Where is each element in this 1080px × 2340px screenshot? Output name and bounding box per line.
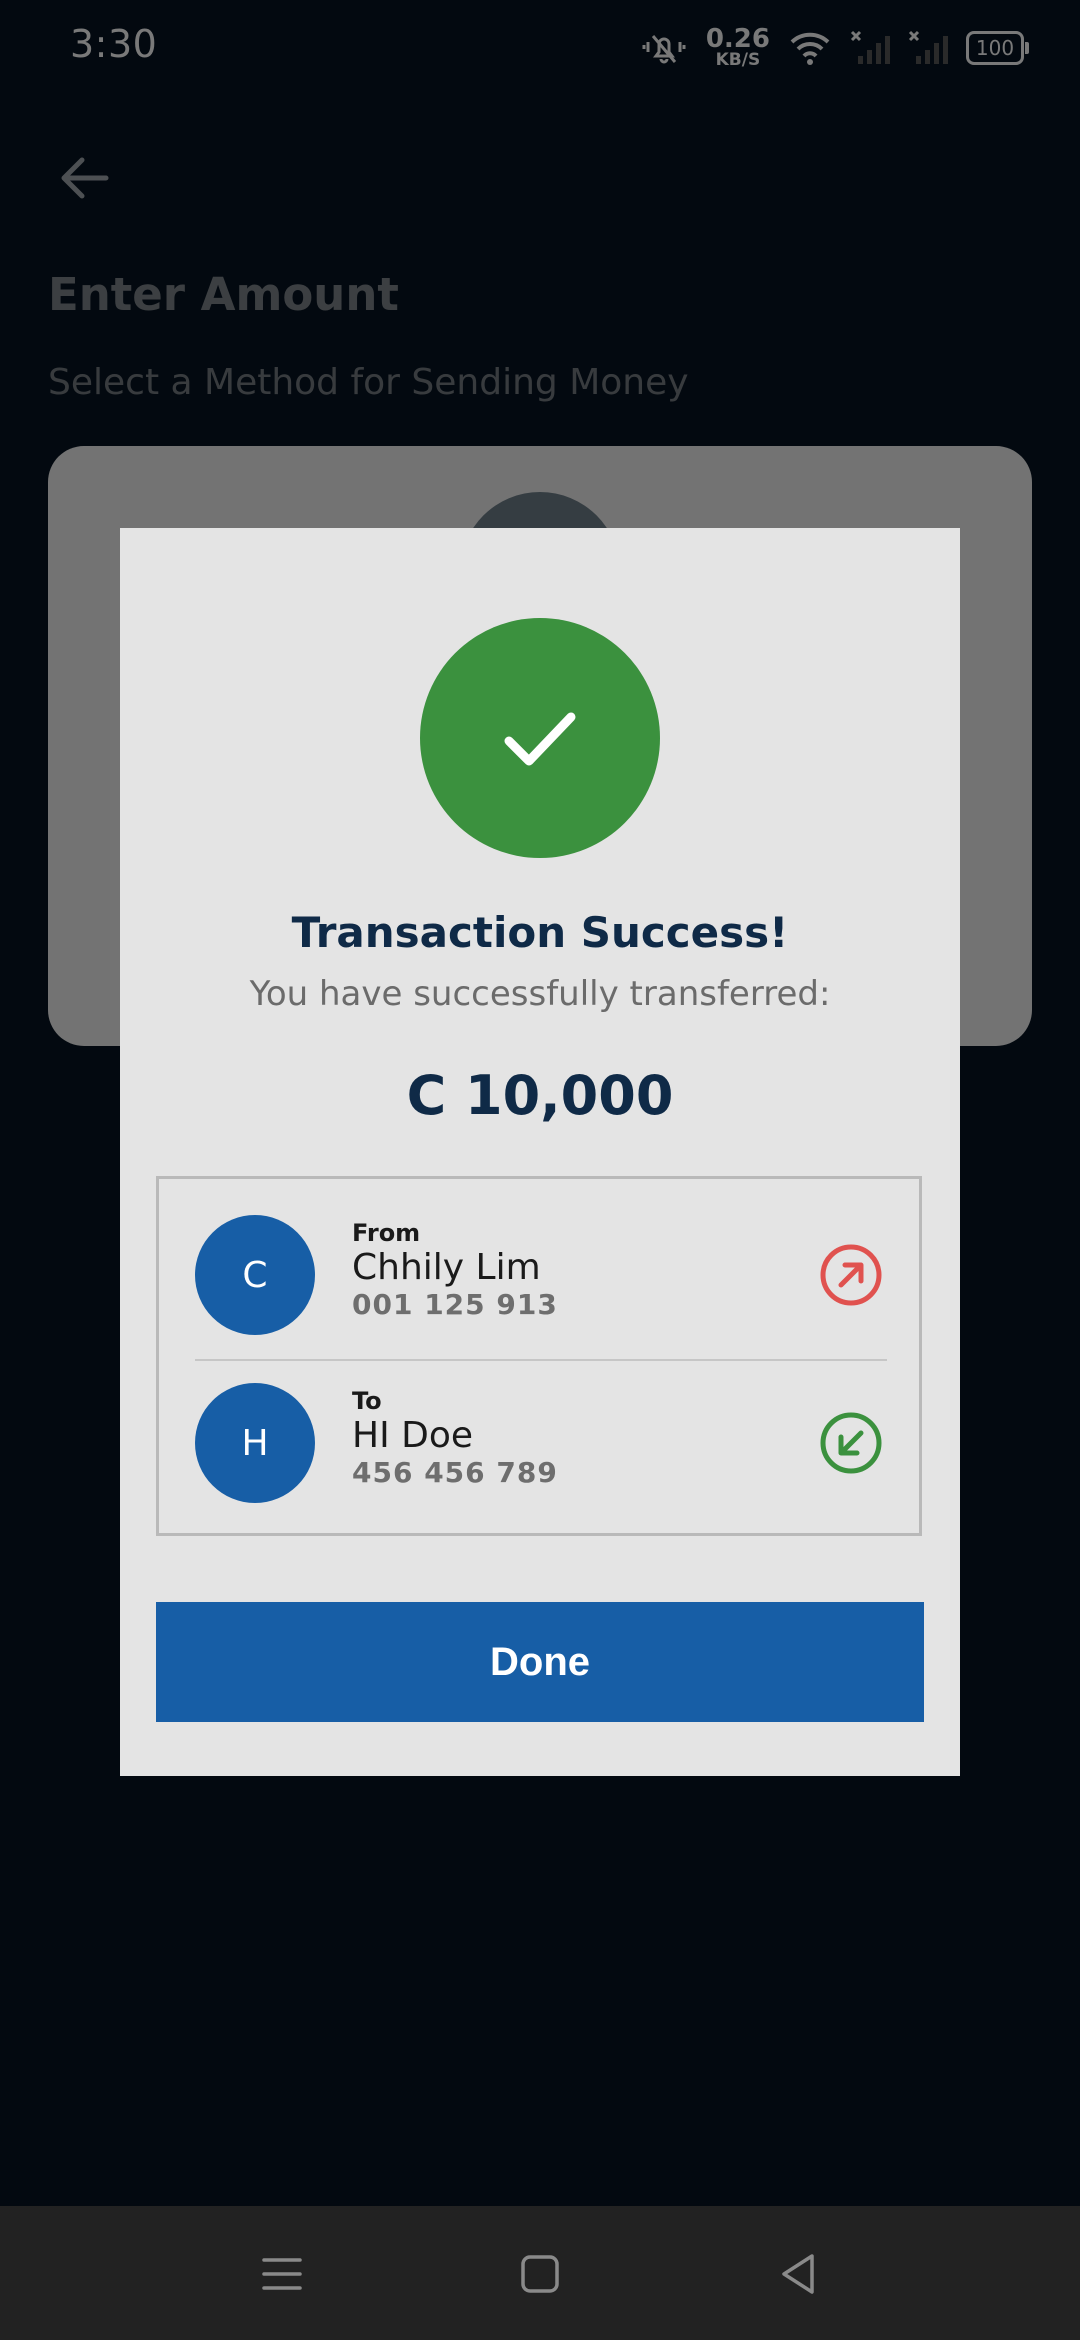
home-icon[interactable] xyxy=(512,2246,568,2302)
dialog-title: Transaction Success! xyxy=(291,908,789,957)
dialog-subtitle: You have successfully transferred: xyxy=(249,974,831,1014)
transfer-amount: C 10,000 xyxy=(406,1064,674,1127)
checkmark-icon xyxy=(504,712,576,766)
sender-info: From Chhily Lim 001 125 913 xyxy=(352,1219,558,1321)
sender-avatar: C xyxy=(195,1215,315,1335)
transaction-success-dialog: Transaction Success! You have successful… xyxy=(120,528,960,1776)
sender-name: Chhily Lim xyxy=(352,1247,541,1288)
recipient-name: HI Doe xyxy=(352,1415,474,1456)
recipient-avatar-circle: H xyxy=(195,1383,315,1503)
success-badge xyxy=(420,618,660,858)
transfer-parties: C From Chhily Lim 001 125 913 H To HI Do… xyxy=(156,1176,922,1536)
outgoing-arrow-icon xyxy=(820,1244,882,1306)
done-button[interactable]: Done xyxy=(156,1602,924,1722)
back-icon[interactable] xyxy=(770,2246,826,2302)
sender-account: 001 125 913 xyxy=(352,1288,558,1321)
recipient-info: To HI Doe 456 456 789 xyxy=(352,1387,558,1489)
recipient-role-label: To xyxy=(352,1387,382,1415)
recipient-account: 456 456 789 xyxy=(352,1456,558,1489)
system-nav-bar xyxy=(0,2206,1080,2340)
sender-role-label: From xyxy=(352,1219,421,1247)
menu-icon[interactable] xyxy=(254,2246,310,2302)
parties-divider xyxy=(195,1359,887,1361)
incoming-arrow-icon xyxy=(820,1412,882,1474)
